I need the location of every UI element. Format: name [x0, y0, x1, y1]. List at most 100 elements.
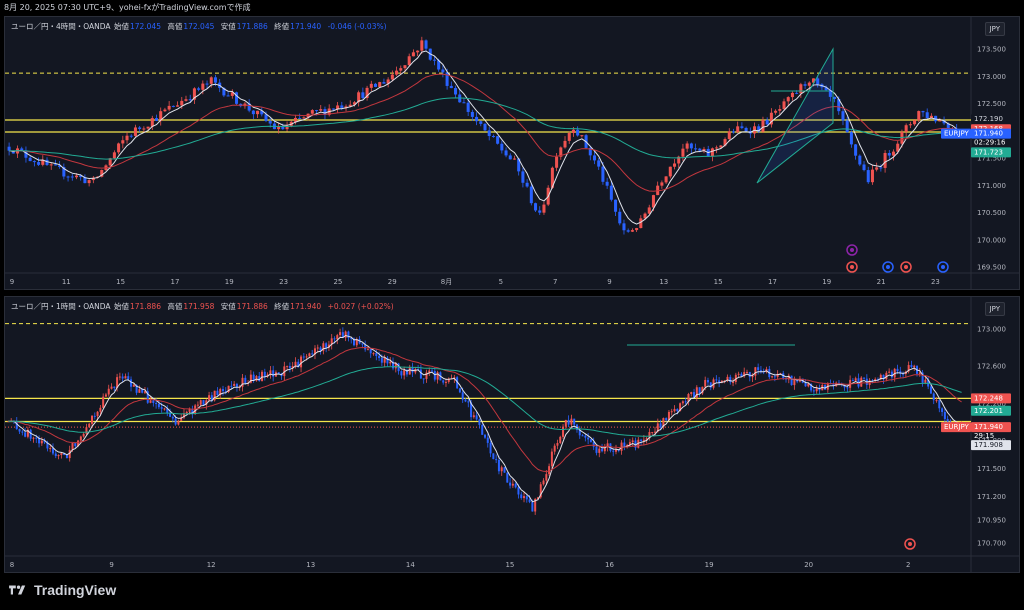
symbol-label[interactable]: ユーロ／円・1時間・OANDA [11, 302, 111, 311]
candle-body [660, 182, 664, 186]
candle-body [419, 369, 422, 379]
candle-body [344, 331, 347, 338]
candle-body [918, 372, 921, 374]
candle-body [870, 169, 874, 183]
close-value: 171.940 [290, 302, 322, 311]
candle-body [288, 366, 291, 368]
candle-body [807, 82, 811, 86]
time-tick-label: 29 [388, 278, 397, 286]
candle-body [491, 136, 495, 138]
candle-body [263, 371, 266, 377]
candle-body [670, 411, 673, 413]
candle-body [294, 361, 297, 367]
candle-body [163, 408, 166, 410]
open-value: 172.045 [129, 22, 161, 31]
candle-body [562, 426, 565, 437]
candle-body [672, 163, 677, 167]
candle-body [745, 371, 748, 373]
symbol-label[interactable]: ユーロ／円・4時間・OANDA [11, 22, 111, 31]
price-tag-lower-text: 171.908 [974, 441, 1003, 449]
candle-body [152, 400, 155, 403]
candle-body [548, 466, 551, 475]
economic-event-icon-dot [850, 265, 854, 269]
candle-body [500, 143, 504, 151]
candle-body [464, 399, 467, 402]
candle-body [466, 102, 470, 112]
chart-pane-1h[interactable]: ユーロ／円・1時間・OANDA 始値171.886 高値171.958 安値17… [4, 296, 1020, 573]
price-tag-lower: 171.908 [971, 440, 1011, 451]
candlestick-plot-4h[interactable]: 173.500173.000172.500172.000171.500171.0… [5, 17, 1019, 289]
candle-body [630, 230, 634, 232]
candle-body [500, 467, 503, 472]
candle-body [790, 375, 793, 386]
current-price-tag: 171.94002:29:16 [971, 128, 1011, 147]
candle-body [261, 371, 264, 381]
candle-body [272, 370, 275, 377]
candle-body [890, 371, 893, 378]
candle-body [208, 395, 211, 401]
time-tick-label: 20 [804, 561, 813, 569]
candle-body [24, 432, 27, 437]
price-tick-label: 169.500 [977, 264, 1006, 272]
candle-body [174, 418, 177, 425]
candle-body [403, 65, 407, 69]
candle-body [475, 116, 479, 122]
time-tick-label: 15 [714, 278, 723, 286]
chart-caption: 8月 20, 2025 07:30 UTC+9、yohei-fxがTrading… [4, 3, 251, 12]
candlestick-plot-1h[interactable]: 173.000172.600172.200171.800171.500171.2… [5, 297, 1019, 572]
candle-body [293, 117, 298, 122]
price-tick-label: 170.700 [977, 540, 1006, 548]
candle-body [587, 437, 590, 440]
candle-body [689, 143, 693, 149]
price-tag-lower: 171.723 [971, 147, 1011, 158]
current-price-tag-text: 171.940 [974, 423, 1003, 431]
candle-body [913, 365, 916, 368]
candle-body [66, 176, 70, 178]
candle-body [529, 186, 533, 204]
candle-body [690, 392, 693, 395]
candle-body [163, 109, 167, 112]
currency-button[interactable]: JPY [984, 22, 1005, 36]
candle-body [512, 158, 516, 160]
candle-body [929, 386, 932, 394]
current-price-tag-text: 171.940 [974, 130, 1003, 138]
candle-body [941, 408, 944, 412]
ma-fast-line [8, 334, 962, 503]
candle-body [118, 376, 121, 378]
time-tick-label: 9 [109, 561, 113, 569]
candle-body [771, 376, 774, 378]
candle-body [458, 388, 461, 393]
time-tick-label: 11 [62, 278, 71, 286]
price-tag-lower-text: 171.723 [974, 148, 1003, 156]
candle-body [571, 129, 575, 133]
candle-body [454, 88, 458, 95]
candle-body [563, 140, 567, 148]
candle-body [102, 396, 105, 408]
economic-event-icon-dot [904, 265, 908, 269]
candle-body [319, 109, 323, 111]
candle-body [60, 453, 63, 456]
candles-group [7, 36, 963, 235]
candle-body [82, 433, 85, 437]
candle-body [308, 353, 311, 357]
candle-body [132, 384, 135, 387]
candle-body [461, 392, 464, 400]
candle-body [887, 152, 891, 156]
candle-body [626, 230, 630, 232]
symbol-tag-text: EURJPY [944, 423, 970, 431]
candle-body [74, 443, 77, 447]
time-tick-label: 13 [659, 278, 668, 286]
candle-body [790, 92, 794, 98]
time-tick-label: 17 [768, 278, 777, 286]
candle-body [664, 176, 668, 183]
price-tick-label: 170.950 [977, 516, 1006, 524]
candle-body [815, 388, 818, 392]
currency-button[interactable]: JPY [984, 302, 1005, 316]
time-tick-label: 15 [116, 278, 125, 286]
candle-body [378, 82, 382, 87]
candle-body [651, 195, 655, 208]
economic-event-icon-dot [886, 265, 890, 269]
chart-pane-4h[interactable]: ユーロ／円・4時間・OANDA 始値172.045 高値172.045 安値17… [4, 16, 1020, 290]
candle-body [277, 126, 281, 130]
candle-body [597, 160, 601, 167]
